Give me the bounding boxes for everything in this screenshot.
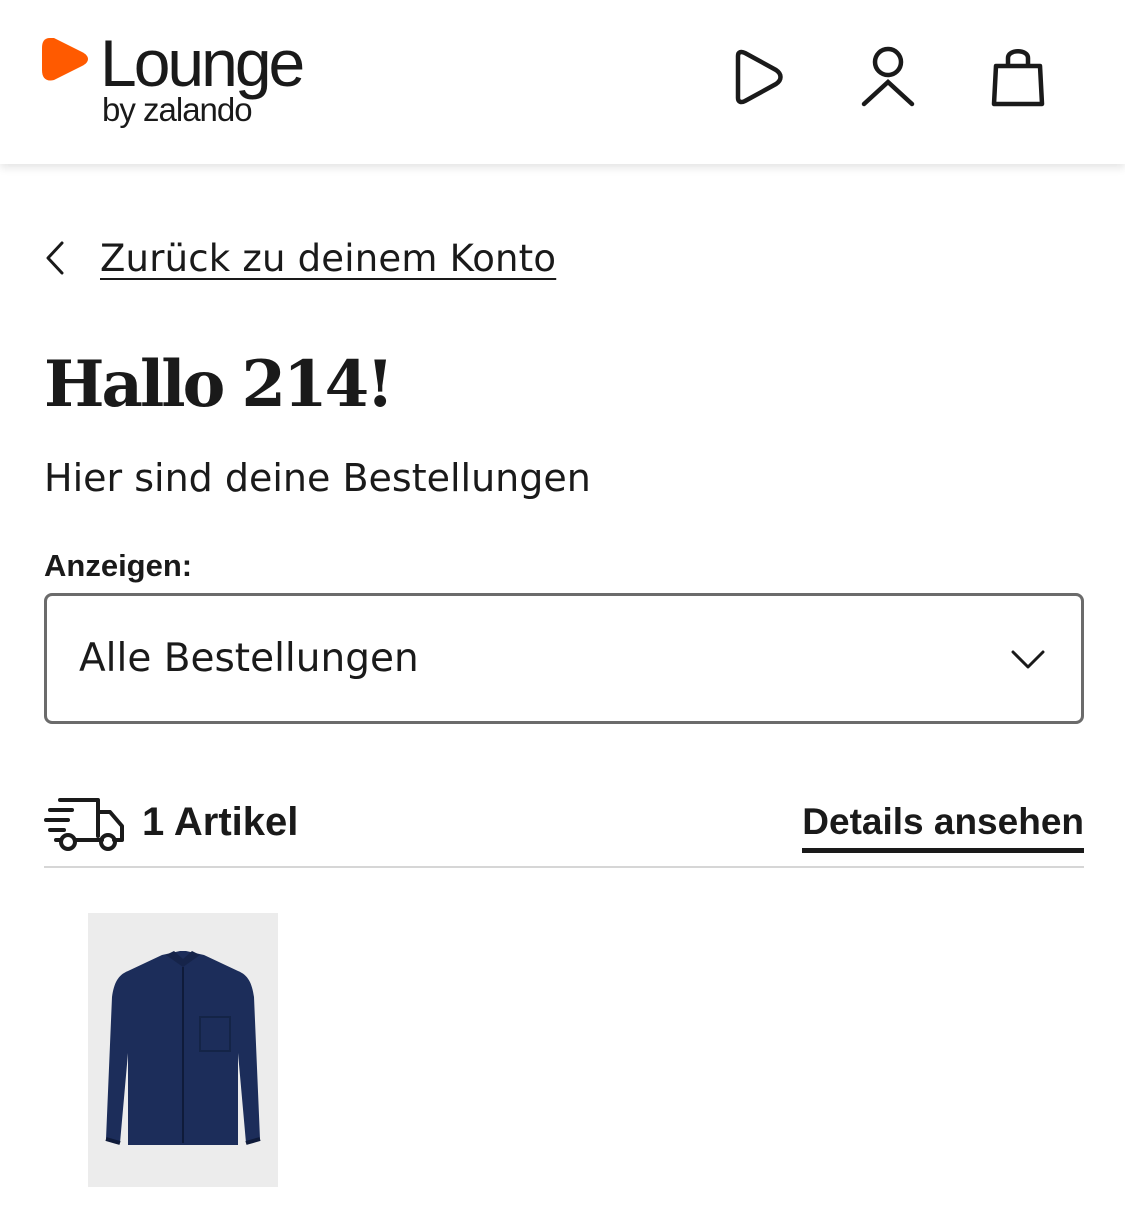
- play-icon[interactable]: [728, 44, 788, 110]
- details-link[interactable]: Details ansehen: [802, 800, 1084, 853]
- logo-play-icon: [42, 38, 88, 81]
- chevron-left-icon: [46, 241, 64, 275]
- delivery-truck-icon: [44, 798, 124, 851]
- logo-subline: by zalando: [102, 91, 253, 128]
- order-filter-value: Alle Bestellungen: [79, 636, 419, 681]
- back-to-account-link[interactable]: Zurück zu deinem Konto: [44, 232, 556, 284]
- chevron-down-icon: [1011, 650, 1045, 669]
- lounge-logo[interactable]: Lounge by zalando: [42, 28, 362, 138]
- shopping-bag-icon[interactable]: [988, 44, 1048, 110]
- shirt-image: [105, 951, 261, 1145]
- logo-wordmark: Lounge: [100, 26, 305, 100]
- product-thumbnail[interactable]: [88, 913, 278, 1187]
- page-title: Hallo 214!: [44, 347, 394, 422]
- page-subtitle: Hier sind deine Bestellungen: [44, 456, 591, 500]
- order-filter-select[interactable]: Alle Bestellungen: [44, 593, 1084, 724]
- order-summary-row: 1 Artikel Details ansehen: [44, 790, 1084, 868]
- top-header: Lounge by zalando: [0, 0, 1125, 164]
- back-link-label: Zurück zu deinem Konto: [100, 236, 557, 280]
- article-count: 1 Artikel: [142, 800, 299, 844]
- filter-label: Anzeigen:: [44, 548, 193, 583]
- user-icon[interactable]: [858, 44, 918, 110]
